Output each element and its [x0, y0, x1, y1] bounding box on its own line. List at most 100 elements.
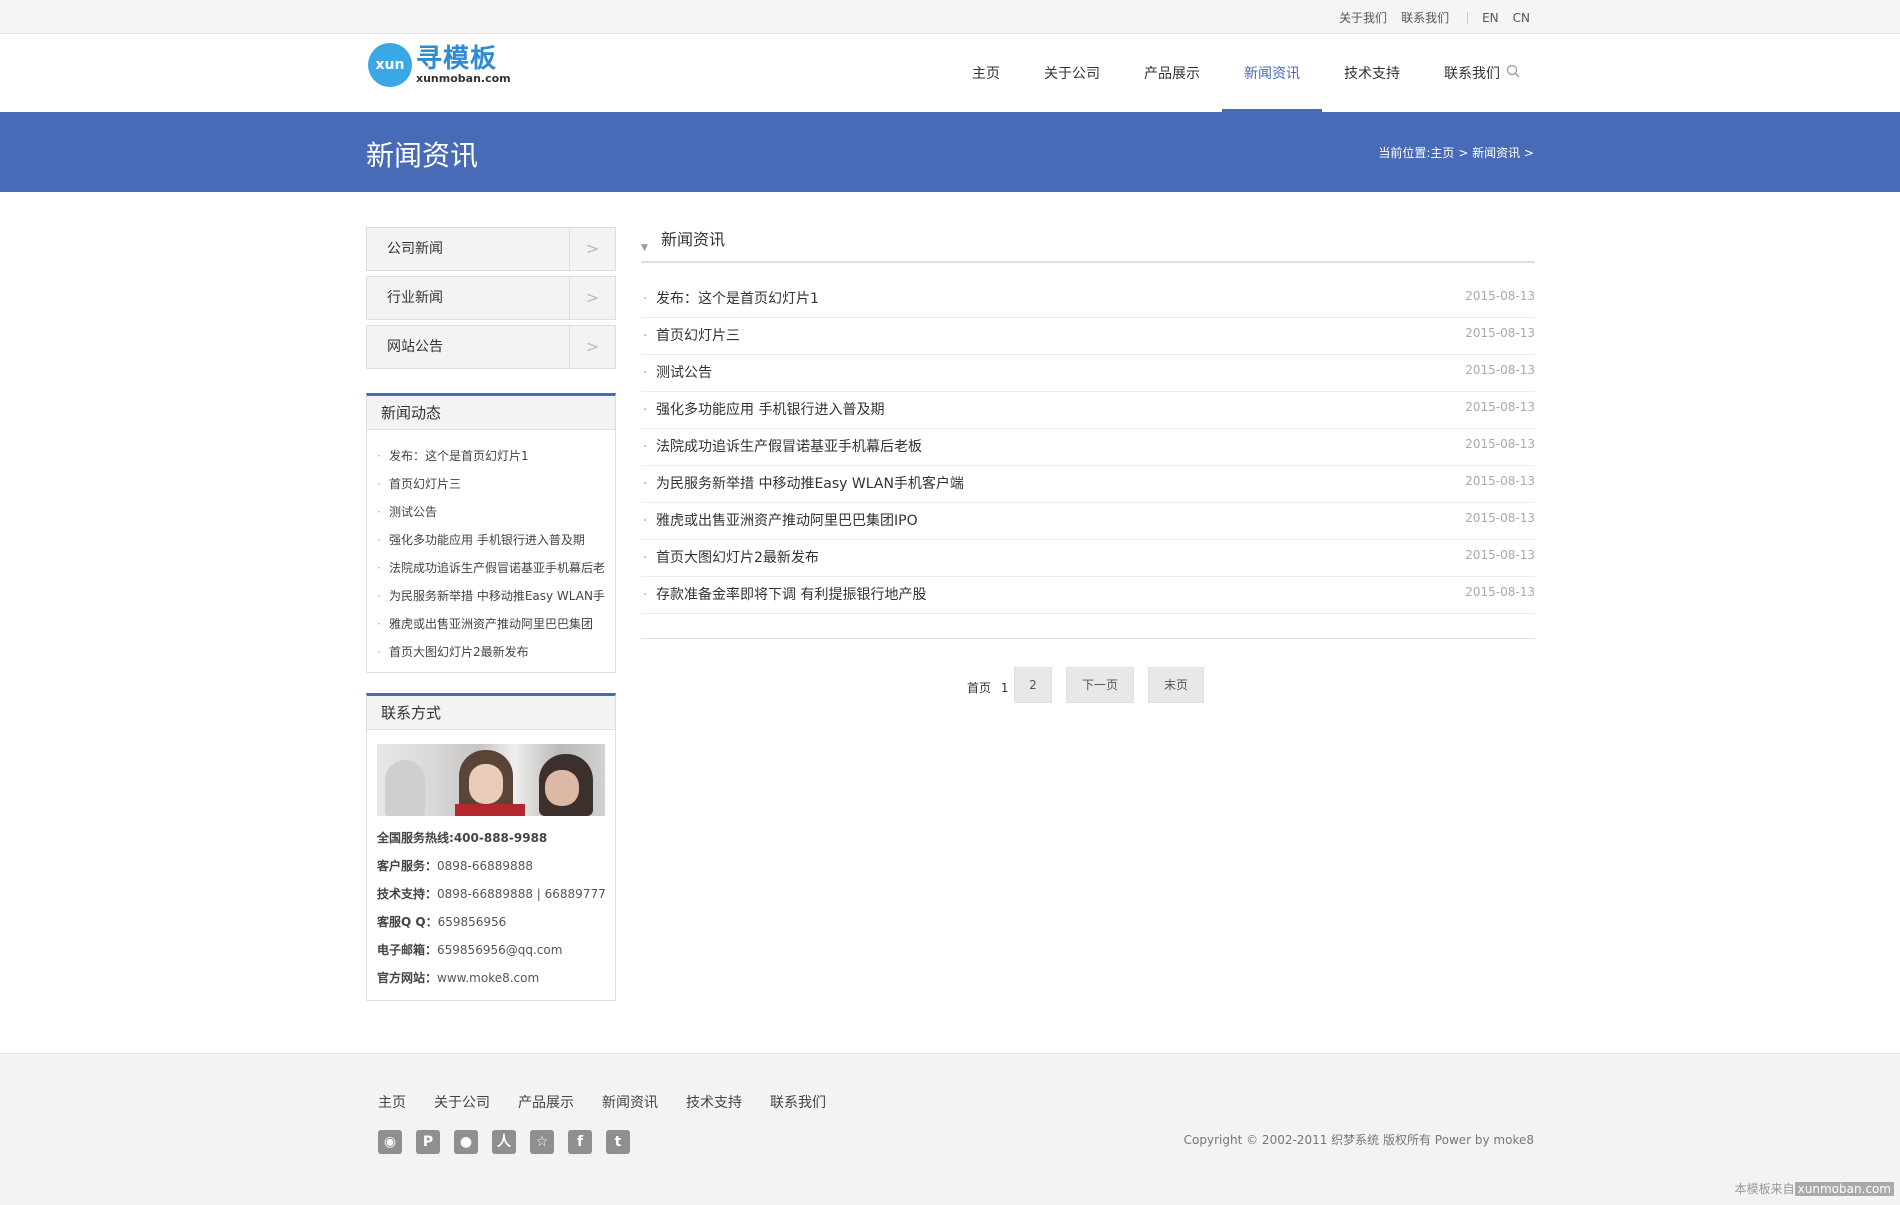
star-icon[interactable]: ☆: [530, 1130, 554, 1154]
news-box: 新闻动态 发布：这个是首页幻灯片1 首页幻灯片三 测试公告 强化多功能应用 手机…: [366, 393, 616, 673]
lang-cn[interactable]: CN: [1513, 11, 1530, 25]
qq: 客服Q Q：659856956: [377, 915, 507, 929]
top-link-contact[interactable]: 联系我们: [1401, 9, 1449, 26]
breadcrumb[interactable]: 当前位置:主页 > 新闻资讯 >: [1378, 144, 1534, 161]
copyright: Copyright © 2002-2011 织梦系统 版权所有 Power by…: [1183, 1133, 1534, 1147]
list-item[interactable]: 测试公告: [377, 498, 605, 526]
section-header: ▼ 新闻资讯: [641, 227, 1535, 263]
search-icon[interactable]: [1506, 64, 1520, 78]
section-title: 新闻资讯: [661, 230, 726, 249]
pager-next-button[interactable]: 下一页: [1066, 667, 1134, 703]
sidebar-item-label: 行业新闻: [387, 290, 443, 306]
top-link-about[interactable]: 关于我们: [1339, 9, 1387, 26]
weibo-icon[interactable]: ◉: [378, 1130, 402, 1154]
watermark: 本模板来自 xunmoban.com: [1735, 1180, 1894, 1197]
news-date: 2015-08-13: [1465, 511, 1535, 525]
list-item[interactable]: 为民服务新举措 中移动推Easy WLAN手: [377, 582, 605, 610]
lang-en[interactable]: EN: [1482, 11, 1499, 25]
list-item[interactable]: 法院成功追诉生产假冒诺基亚手机幕后老: [377, 554, 605, 582]
header: xun 寻模板 xunmoban.com 主页 关于公司 产品展示 新闻资讯 技…: [0, 34, 1900, 112]
pager-page-2[interactable]: 2: [1014, 667, 1052, 703]
list-item[interactable]: 为民服务新举措 中移动推Easy WLAN手机客户端2015-08-13: [641, 466, 1535, 503]
top-bar: 关于我们 联系我们 EN CN: [0, 0, 1900, 34]
news-date: 2015-08-13: [1465, 363, 1535, 377]
list-item[interactable]: 发布：这个是首页幻灯片12015-08-13: [641, 281, 1535, 318]
pager-current: 1: [1000, 681, 1009, 695]
sidebar-item-announcements[interactable]: 网站公告 >: [366, 325, 616, 369]
list-item[interactable]: 存款准备金率即将下调 有利提振银行地产股2015-08-13: [641, 577, 1535, 614]
logo-badge: xun: [368, 43, 412, 87]
news-date: 2015-08-13: [1465, 326, 1535, 340]
footer-nav: 主页 关于公司 产品展示 新闻资讯 技术支持 联系我们: [378, 1092, 854, 1112]
sidebar-item-label: 网站公告: [387, 339, 443, 355]
list-item[interactable]: 首页幻灯片三2015-08-13: [641, 318, 1535, 355]
list-item[interactable]: 发布：这个是首页幻灯片1: [377, 442, 605, 470]
list-item[interactable]: 强化多功能应用 手机银行进入普及期: [377, 526, 605, 554]
divider: [641, 638, 1535, 639]
footer-link-products[interactable]: 产品展示: [518, 1092, 574, 1112]
customer-service-image: [377, 744, 605, 816]
list-item[interactable]: 首页大图幻灯片2最新发布: [377, 638, 605, 666]
pinterest-icon[interactable]: P: [416, 1130, 440, 1154]
top-links: 关于我们 联系我们 EN CN: [1325, 9, 1530, 26]
pager-info: 首页 1: [967, 679, 1008, 696]
sidebar-item-industry-news[interactable]: 行业新闻 >: [366, 276, 616, 320]
news-date: 2015-08-13: [1465, 474, 1535, 488]
chevron-right-icon: >: [569, 228, 615, 270]
list-item[interactable]: 首页大图幻灯片2最新发布2015-08-13: [641, 540, 1535, 577]
nav-item-home[interactable]: 主页: [950, 34, 1022, 112]
logo[interactable]: xun 寻模板 xunmoban.com: [368, 43, 511, 87]
news-box-title: 新闻动态: [367, 396, 615, 430]
news-date: 2015-08-13: [1465, 548, 1535, 562]
email: 电子邮箱：659856956@qq.com: [377, 943, 563, 957]
news-date: 2015-08-13: [1465, 437, 1535, 451]
hotline: 全国服务热线:400-888-9988: [377, 831, 548, 845]
main-content: ▼ 新闻资讯 发布：这个是首页幻灯片12015-08-13 首页幻灯片三2015…: [641, 227, 1535, 707]
renren-icon[interactable]: 人: [492, 1130, 516, 1154]
nav-item-support[interactable]: 技术支持: [1322, 34, 1422, 112]
twitter-icon[interactable]: t: [606, 1130, 630, 1154]
sidebar: 公司新闻 > 行业新闻 > 网站公告 > 新闻动态 发布：这个是首页幻灯片1 首…: [366, 227, 616, 1001]
pager-first[interactable]: 首页: [967, 681, 991, 695]
main-nav: 主页 关于公司 产品展示 新闻资讯 技术支持 联系我们: [950, 34, 1522, 112]
list-item[interactable]: 首页幻灯片三: [377, 470, 605, 498]
list-item[interactable]: 法院成功追诉生产假冒诺基亚手机幕后老板2015-08-13: [641, 429, 1535, 466]
news-date: 2015-08-13: [1465, 400, 1535, 414]
social-icons: ◉ P ● 人 ☆ f t: [378, 1130, 644, 1154]
nav-item-products[interactable]: 产品展示: [1122, 34, 1222, 112]
website: 官方网站：www.moke8.com: [377, 971, 540, 985]
footer-link-home[interactable]: 主页: [378, 1092, 406, 1112]
page-title: 新闻资讯: [366, 139, 479, 172]
list-item[interactable]: 强化多功能应用 手机银行进入普及期2015-08-13: [641, 392, 1535, 429]
nav-item-about[interactable]: 关于公司: [1022, 34, 1122, 112]
sidebar-item-label: 公司新闻: [387, 241, 443, 257]
facebook-icon[interactable]: f: [568, 1130, 592, 1154]
nav-item-news[interactable]: 新闻资讯: [1222, 34, 1322, 112]
footer: 主页 关于公司 产品展示 新闻资讯 技术支持 联系我们 ◉ P ● 人 ☆ f …: [0, 1053, 1900, 1205]
customer-service: 客户服务：0898-66889888: [377, 859, 533, 873]
pagination: 首页 1 2 下一页 末页: [641, 667, 1535, 707]
footer-link-contact[interactable]: 联系我们: [770, 1092, 826, 1112]
footer-link-news[interactable]: 新闻资讯: [602, 1092, 658, 1112]
tech-support: 技术支持：0898-66889888 | 66889777: [377, 887, 606, 901]
sidebar-item-company-news[interactable]: 公司新闻 >: [366, 227, 616, 271]
logo-name: 寻模板: [416, 44, 498, 74]
divider: [1467, 11, 1469, 24]
page-banner: 新闻资讯 当前位置:主页 > 新闻资讯 >: [0, 112, 1900, 192]
pager-last-button[interactable]: 末页: [1148, 667, 1204, 703]
logo-domain: xunmoban.com: [416, 72, 511, 85]
chevron-right-icon: >: [569, 277, 615, 319]
footer-link-about[interactable]: 关于公司: [434, 1092, 490, 1112]
list-item[interactable]: 雅虎或出售亚洲资产推动阿里巴巴集团IPO2015-08-13: [641, 503, 1535, 540]
news-date: 2015-08-13: [1465, 585, 1535, 599]
triangle-down-icon: ▼: [641, 243, 648, 253]
chevron-right-icon: >: [569, 326, 615, 368]
chat-icon[interactable]: ●: [454, 1130, 478, 1154]
contact-box: 联系方式 全国服务热线:400-888-9988 客户服务：0898-66889…: [366, 693, 616, 1001]
news-date: 2015-08-13: [1465, 289, 1535, 303]
list-item[interactable]: 测试公告2015-08-13: [641, 355, 1535, 392]
list-item[interactable]: 雅虎或出售亚洲资产推动阿里巴巴集团: [377, 610, 605, 638]
news-list: 发布：这个是首页幻灯片12015-08-13 首页幻灯片三2015-08-13 …: [641, 281, 1535, 614]
footer-link-support[interactable]: 技术支持: [686, 1092, 742, 1112]
contact-box-title: 联系方式: [367, 696, 615, 730]
